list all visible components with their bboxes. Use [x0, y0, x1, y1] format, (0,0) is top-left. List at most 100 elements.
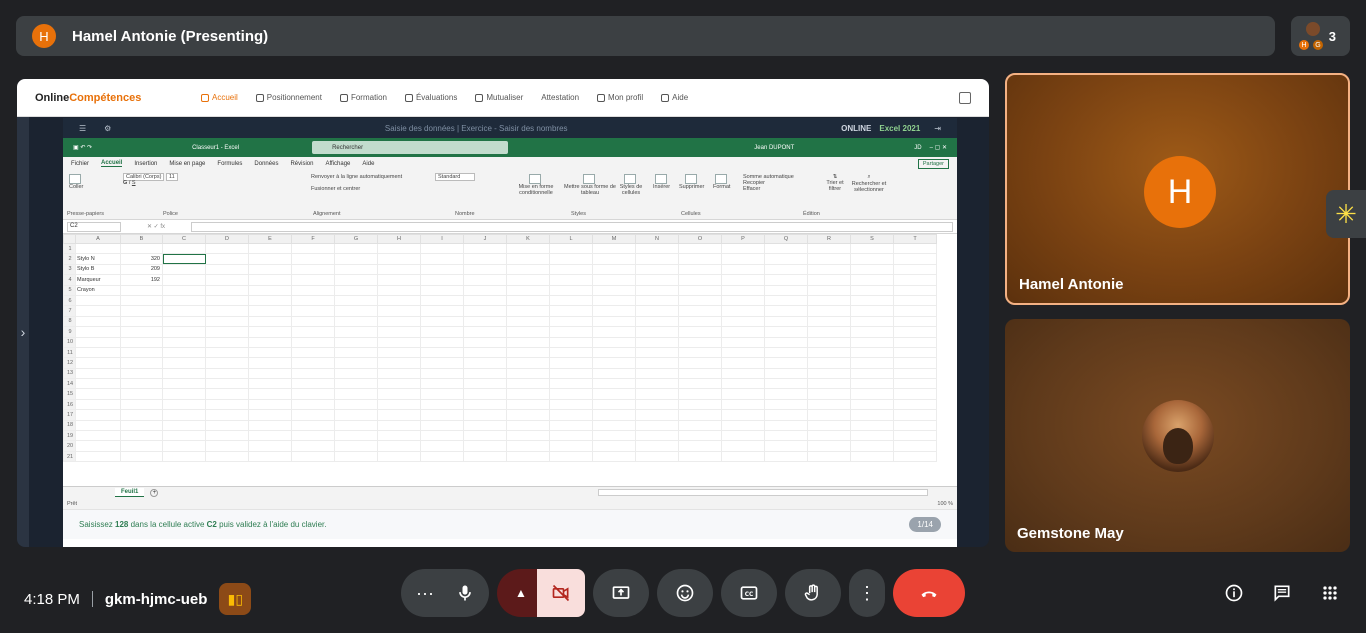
raise-hand-button[interactable] [785, 569, 841, 617]
tab-revision[interactable]: Révision [290, 161, 313, 167]
name-box[interactable]: C2 [67, 221, 121, 232]
cell[interactable] [678, 357, 722, 369]
cell[interactable]: Stylo N [75, 253, 121, 265]
merge-center-button[interactable]: Fusionner et centrer [311, 186, 360, 192]
cell[interactable] [678, 336, 722, 348]
cell[interactable] [463, 398, 507, 411]
cell[interactable] [721, 326, 765, 338]
cell[interactable] [377, 409, 421, 421]
cell[interactable] [334, 440, 378, 452]
cell[interactable]: 209 [120, 263, 163, 276]
cell[interactable] [807, 263, 851, 276]
cell[interactable] [420, 253, 464, 265]
logout-icon[interactable] [959, 91, 971, 104]
cell[interactable] [120, 367, 163, 380]
sheet-tab[interactable]: Feuil1 [115, 488, 145, 497]
cell[interactable] [205, 430, 249, 442]
horizontal-scrollbar[interactable] [598, 489, 929, 496]
nav-positionnement[interactable]: Positionnement [255, 93, 322, 102]
paste-button[interactable]: Coller [69, 174, 83, 190]
column-header[interactable]: T [893, 234, 937, 244]
cell[interactable] [850, 419, 894, 432]
cell[interactable] [334, 326, 378, 338]
cell-grid[interactable]: ABCDEFGHIJKLMNOPQRST 1 2 Stylo N 320 3 Stylo … [63, 234, 937, 463]
formula-input[interactable] [191, 221, 953, 232]
cell[interactable] [893, 274, 937, 286]
cell[interactable] [635, 315, 679, 328]
cell[interactable] [75, 367, 121, 380]
cell[interactable] [291, 284, 335, 296]
cell[interactable] [678, 284, 722, 296]
cell[interactable] [549, 430, 593, 442]
window-controls[interactable]: – ▢ ✕ [930, 144, 947, 151]
cell[interactable] [377, 242, 421, 255]
cell[interactable] [205, 346, 249, 359]
save-icon[interactable]: ▣ ↶ ↷ [73, 144, 92, 151]
captions-button[interactable]: CC [721, 569, 777, 617]
cell[interactable] [764, 440, 808, 452]
cell[interactable] [506, 388, 550, 400]
cell[interactable] [764, 294, 808, 307]
cell[interactable] [120, 242, 163, 255]
row-header[interactable]: 7 [63, 305, 76, 317]
cell[interactable] [291, 450, 335, 463]
menu-icon[interactable]: ☰ [79, 124, 86, 133]
cell[interactable] [120, 326, 163, 338]
cell[interactable] [506, 378, 550, 390]
cell[interactable] [377, 430, 421, 442]
cell[interactable] [162, 336, 206, 348]
cell[interactable] [377, 326, 421, 338]
cell[interactable] [420, 294, 464, 307]
cell[interactable] [75, 305, 121, 317]
cell[interactable] [463, 450, 507, 463]
cell[interactable] [764, 263, 808, 276]
cell[interactable] [850, 336, 894, 348]
cell[interactable] [893, 398, 937, 411]
cell[interactable] [549, 242, 593, 255]
cell[interactable] [291, 242, 335, 255]
cell[interactable] [506, 305, 550, 317]
leave-call-button[interactable] [893, 569, 965, 617]
cell[interactable] [205, 409, 249, 421]
cell[interactable] [635, 357, 679, 369]
cell[interactable] [377, 336, 421, 348]
cell[interactable] [807, 357, 851, 369]
cell[interactable] [764, 367, 808, 380]
nav-evaluations[interactable]: Évaluations [404, 93, 457, 102]
cell[interactable] [678, 274, 722, 286]
cell[interactable] [377, 398, 421, 411]
cell[interactable] [592, 357, 636, 369]
cell[interactable] [506, 284, 550, 296]
cell[interactable] [248, 357, 292, 369]
cell[interactable] [592, 305, 636, 317]
cell[interactable] [549, 388, 593, 400]
cell[interactable] [420, 419, 464, 432]
format-as-table-button[interactable]: Mettre sous forme de tableau [563, 174, 617, 196]
cell[interactable] [807, 419, 851, 432]
cell[interactable] [807, 253, 851, 265]
cell[interactable] [549, 367, 593, 380]
cell[interactable] [506, 294, 550, 307]
cell[interactable] [463, 367, 507, 380]
column-header[interactable]: P [721, 234, 765, 244]
cell[interactable] [248, 430, 292, 442]
cell[interactable] [205, 388, 249, 400]
cell[interactable] [334, 336, 378, 348]
cell[interactable] [635, 336, 679, 348]
cell[interactable] [807, 336, 851, 348]
cell[interactable] [592, 346, 636, 359]
cell[interactable] [850, 357, 894, 369]
nav-aide[interactable]: Aide [661, 93, 688, 102]
cell[interactable] [506, 440, 550, 452]
cell[interactable] [549, 419, 593, 432]
cell[interactable] [807, 450, 851, 463]
corner-cell[interactable] [63, 234, 76, 244]
cell[interactable] [120, 305, 163, 317]
settings-icon[interactable]: ⚙ [104, 124, 111, 133]
cell[interactable] [635, 367, 679, 380]
cell[interactable] [850, 326, 894, 338]
cell[interactable] [678, 367, 722, 380]
cell[interactable] [377, 263, 421, 276]
cell[interactable] [248, 346, 292, 359]
cell[interactable] [506, 398, 550, 411]
